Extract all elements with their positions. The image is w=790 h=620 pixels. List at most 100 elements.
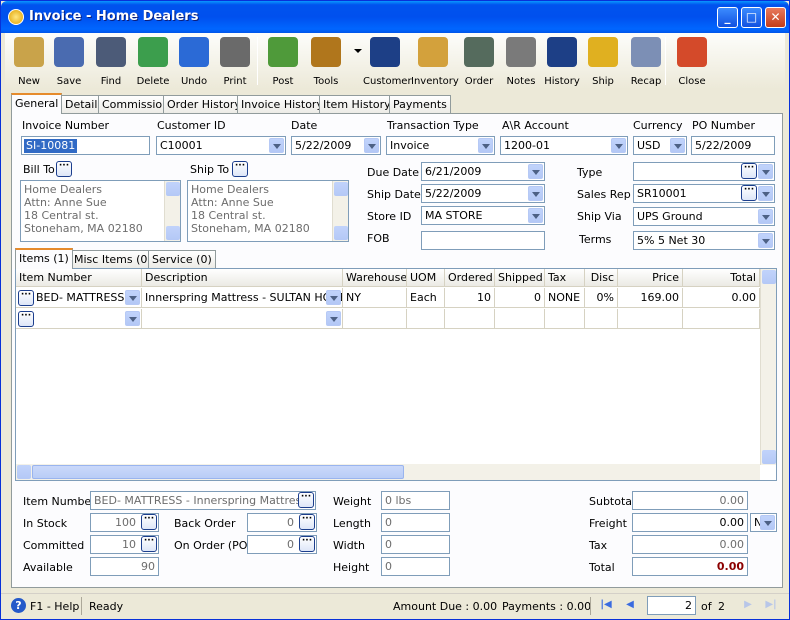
toolbar-ship-button[interactable]: Ship [581,35,625,87]
toolbar-post-button[interactable]: Post [261,35,305,87]
toolbar-find-button[interactable]: Find [89,35,133,87]
grid-cell[interactable] [683,309,760,329]
ship-via-select[interactable]: UPS Ground [633,207,775,226]
grid-cell[interactable]: 0 [495,288,545,308]
grid-cell[interactable]: NY [343,288,407,308]
fob-field[interactable] [421,231,545,250]
chevron-down-icon[interactable] [528,164,543,179]
back-order-lookup-button[interactable]: ··· [299,514,315,530]
grid-cell[interactable]: NONE [545,288,585,308]
grid-cell[interactable] [585,309,618,329]
chevron-down-icon[interactable] [758,164,773,179]
item-lookup-button[interactable]: ··· [18,311,34,327]
column-header[interactable]: Price [618,269,683,287]
back-order-field[interactable]: 0 ··· [247,513,317,532]
item-number-field[interactable]: BED- MATTRESS - Innerspring Mattress - S… [90,491,316,510]
tab-commission[interactable]: Commission [98,95,174,113]
chevron-down-icon[interactable] [364,138,379,153]
terms-select[interactable]: 5% 5 Net 30 [633,231,775,250]
chevron-down-icon[interactable] [326,311,341,326]
column-header[interactable]: Ordered [445,269,495,287]
chevron-down-icon[interactable] [670,138,685,153]
grid-cell[interactable] [142,309,343,329]
chevron-down-icon[interactable] [125,290,140,305]
column-header[interactable]: Warehouse [343,269,407,287]
in-stock-lookup-button[interactable]: ··· [141,514,157,530]
column-header[interactable]: Item Number [16,269,142,287]
bill-to-address[interactable]: Home Dealers Attn: Anne Sue 18 Central st.… [20,180,181,242]
chevron-down-icon[interactable] [758,186,773,201]
store-id-select[interactable]: MA STORE [421,206,545,225]
title-bar[interactable]: Invoice - Home Dealers _ □ ✕ [1,1,789,33]
toolbar-recap-button[interactable]: Recap [624,35,668,87]
tab-general[interactable]: General [11,93,63,114]
tab-order-history[interactable]: Order History [163,95,245,113]
help-text[interactable]: F1 - Help [30,600,79,613]
scroll-down-icon[interactable] [334,226,348,240]
customer-id-select[interactable]: C10001 [156,136,286,155]
invoice-number-field[interactable]: SI-10081 [21,136,150,155]
toolbar-print-button[interactable]: Print [213,35,257,87]
subtab-1[interactable]: Misc Items (0) [70,250,156,268]
scrollbar[interactable] [164,181,180,241]
in-stock-field[interactable]: 100 ··· [90,513,159,532]
scroll-left-icon[interactable] [17,465,31,479]
grid-cell[interactable] [618,309,683,329]
chevron-down-icon[interactable] [269,138,284,153]
chevron-down-icon[interactable] [478,138,493,153]
item-lookup-button[interactable]: ··· [18,290,34,306]
toolbar-inventory-button[interactable]: Inventory [411,35,459,87]
column-header[interactable]: Tax [545,269,585,287]
scroll-up-icon[interactable] [762,270,776,284]
chevron-down-icon[interactable] [528,208,543,223]
grid-cell[interactable]: ··· [16,309,142,329]
toolbar-delete-button[interactable]: Delete [131,35,175,87]
toolbar-tools-button[interactable]: Tools [304,35,348,87]
type-select[interactable]: ··· [633,162,775,181]
toolbar-undo-button[interactable]: Undo [172,35,216,87]
grid-cell[interactable] [445,309,495,329]
tools-dropdown-icon[interactable] [354,49,362,53]
grid-cell[interactable]: 10 [445,288,495,308]
grid-vertical-scrollbar[interactable] [760,269,776,465]
transaction-type-select[interactable]: Invoice [386,136,495,155]
on-order-field[interactable]: 0 ··· [247,535,317,554]
column-header[interactable]: Disc [585,269,618,287]
chevron-down-icon[interactable] [326,290,341,305]
toolbar-order-button[interactable]: Order [457,35,501,87]
toolbar-history-button[interactable]: History [540,35,584,87]
ar-account-select[interactable]: 1200-01 [500,136,628,155]
chevron-down-icon[interactable] [758,233,773,248]
tab-item-history[interactable]: Item History [319,95,395,113]
po-number-field[interactable]: 5/22/2009 [691,136,775,155]
chevron-down-icon[interactable] [125,311,140,326]
close-window-button[interactable]: ✕ [765,7,786,28]
grid-horizontal-scrollbar[interactable] [16,464,760,480]
record-number-field[interactable]: 2 [647,596,696,615]
toolbar-notes-button[interactable]: Notes [499,35,543,87]
toolbar-new-button[interactable]: New [7,35,51,87]
grid-cell[interactable] [407,309,445,329]
column-header[interactable]: Description [142,269,343,287]
scroll-thumb[interactable] [32,465,404,479]
last-record-icon[interactable]: ▶| [764,599,778,613]
grid-cell[interactable] [495,309,545,329]
toolbar-save-button[interactable]: Save [47,35,91,87]
scrollbar[interactable] [332,181,348,241]
sales-rep-select[interactable]: SR10001 ··· [633,184,775,203]
chevron-down-icon[interactable] [760,515,775,530]
toolbar-customer-button[interactable]: Customer [363,35,412,87]
next-record-icon[interactable]: ▶ [741,599,755,613]
freight-field[interactable]: 0.00 [632,513,748,532]
scroll-down-icon[interactable] [166,226,180,240]
freight-code-select[interactable]: N [750,513,777,532]
grid-cell[interactable]: Each [407,288,445,308]
tab-invoice-history[interactable]: Invoice History [237,95,327,113]
grid-cell[interactable]: ··· BED- MATTRESS [16,288,142,308]
grid-cell[interactable]: Innerspring Mattress - SULTAN HOGBO [142,288,343,308]
column-header[interactable]: UOM [407,269,445,287]
chevron-down-icon[interactable] [611,138,626,153]
help-icon[interactable]: ? [11,598,26,613]
on-order-lookup-button[interactable]: ··· [299,536,315,552]
bill-to-lookup-button[interactable]: ··· [56,161,72,177]
